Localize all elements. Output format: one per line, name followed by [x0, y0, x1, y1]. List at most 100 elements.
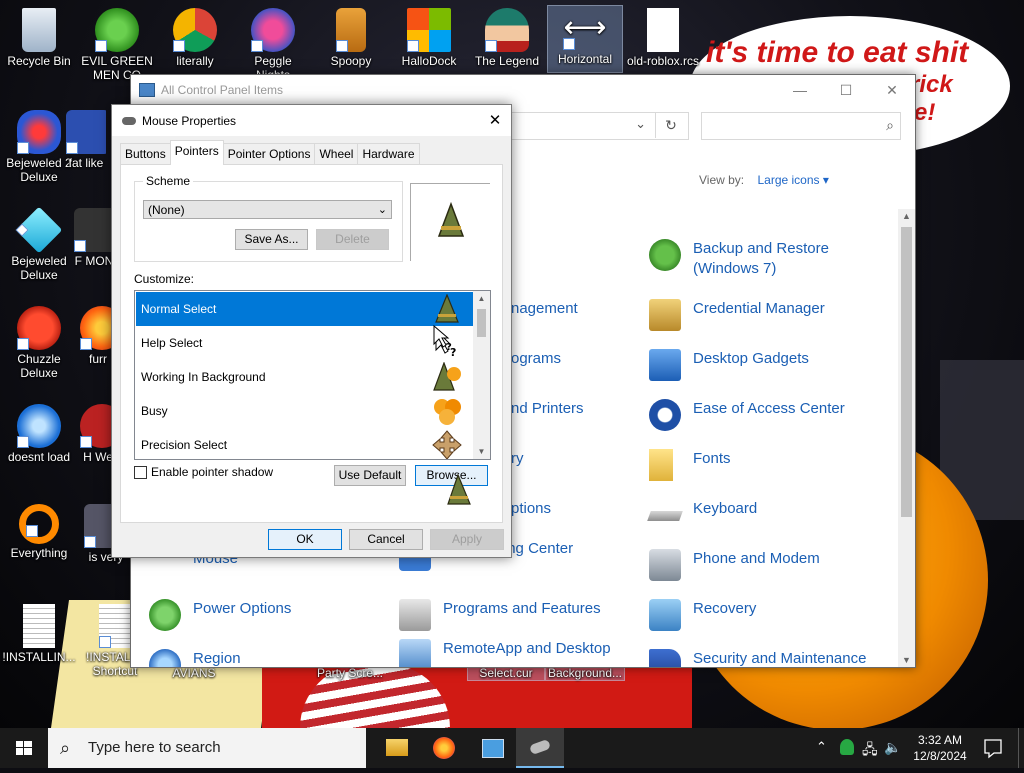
- maximize-button[interactable]: ☐: [823, 75, 869, 105]
- taskbar-control-panel[interactable]: [468, 728, 516, 768]
- desktop-icon-recycle-bin[interactable]: Recycle Bin: [2, 8, 76, 68]
- taskbar-search-input[interactable]: ⌕ Type here to search: [48, 728, 366, 768]
- apply-button[interactable]: Apply: [430, 529, 504, 550]
- desktop-icon-label: Party Scre...: [316, 666, 384, 680]
- tab-buttons[interactable]: Buttons: [120, 143, 171, 164]
- desktop-icon-select-cur[interactable]: Select.cur: [467, 665, 545, 681]
- scroll-up-arrow[interactable]: ▲: [473, 294, 490, 303]
- dialog-close-button[interactable]: ✕: [479, 105, 511, 136]
- cp-item-credential-manager[interactable]: Credential Manager: [649, 299, 825, 331]
- cp-item-phone-modem[interactable]: Phone and Modem: [649, 549, 820, 581]
- cp-item-label: Recovery: [693, 600, 757, 617]
- desktop-icon-fat-like[interactable]: fat like: [66, 110, 106, 170]
- desktop-icon-doesnt-load[interactable]: doesnt load: [2, 404, 76, 464]
- cp-item-backup-restore[interactable]: Backup and Restore (Windows 7): [649, 239, 873, 279]
- cp-item-partial[interactable]: ptions: [511, 499, 551, 519]
- desktop-icon-literally[interactable]: literally: [158, 8, 232, 68]
- scroll-down-arrow[interactable]: ▼: [898, 655, 915, 665]
- cp-item-ease-of-access[interactable]: Ease of Access Center: [649, 399, 845, 431]
- taskbar-file-explorer[interactable]: [372, 728, 420, 768]
- minimize-button[interactable]: —: [777, 75, 823, 105]
- cp-item-partial[interactable]: ograms: [511, 349, 561, 369]
- scroll-down-arrow[interactable]: ▼: [473, 447, 490, 456]
- cp-item-power-options[interactable]: Power Options: [149, 599, 291, 631]
- scheme-select[interactable]: (None) ⌄: [143, 200, 392, 219]
- cursor-row-precision-select[interactable]: Precision Select: [136, 428, 474, 459]
- start-button[interactable]: [0, 728, 48, 768]
- refresh-button[interactable]: ↻: [655, 112, 686, 138]
- desktop-icon-background[interactable]: Background...: [545, 665, 625, 681]
- taskbar-clock[interactable]: 3:32 AM 12/8/2024: [908, 732, 972, 764]
- taskbar-mouse-properties[interactable]: [516, 728, 564, 768]
- mouse-icon: [528, 738, 552, 756]
- cp-item-security-maintenance[interactable]: Security and Maintenance: [649, 649, 867, 667]
- tab-pointer-options[interactable]: Pointer Options: [222, 143, 316, 164]
- tab-hardware[interactable]: Hardware: [357, 143, 420, 164]
- desktop-icon-chuzzle[interactable]: Chuzzle Deluxe: [2, 306, 76, 380]
- desktop-icon-everything[interactable]: Everything: [2, 504, 76, 560]
- desktop-icon-peggle-nights[interactable]: Peggle Nights: [236, 8, 310, 82]
- cp-item-partial[interactable]: nd Printers: [511, 399, 584, 419]
- cp-item-keyboard[interactable]: Keyboard: [647, 499, 757, 521]
- desktop-icon-hallodock[interactable]: HalloDock: [392, 8, 466, 68]
- cp-item-recovery[interactable]: Recovery: [649, 599, 757, 631]
- desktop-icon-spoopy[interactable]: Spoopy: [314, 8, 388, 68]
- close-button[interactable]: ✕: [869, 75, 915, 105]
- tab-pointers[interactable]: Pointers: [169, 140, 224, 165]
- cp-item-remoteapp[interactable]: RemoteApp and Desktop: [399, 639, 611, 667]
- cp-item-region[interactable]: Region: [149, 649, 241, 667]
- desktop-icon-installing[interactable]: !INSTALLIN...: [2, 604, 76, 664]
- cursor-list[interactable]: Normal Select Help Select ? Working In B…: [134, 290, 491, 460]
- scroll-thumb[interactable]: [901, 227, 912, 517]
- cp-item-label: Security and Maintenance: [693, 650, 867, 667]
- messenger-icon: [95, 8, 139, 52]
- checkbox-box[interactable]: [134, 465, 147, 479]
- cursor-row-help-select[interactable]: Help Select ?: [136, 326, 474, 360]
- cp-item-desktop-gadgets[interactable]: Desktop Gadgets: [649, 349, 809, 381]
- enable-pointer-shadow-checkbox[interactable]: Enable pointer shadow: [134, 465, 273, 479]
- firefox-icon: [433, 737, 455, 759]
- desktop-icon-horizontal[interactable]: ⟷ Horizontal: [547, 5, 623, 73]
- windows-logo-icon: [407, 8, 451, 52]
- save-as-button[interactable]: Save As...: [235, 229, 308, 250]
- control-panel-scrollbar[interactable]: ▲ ▼: [898, 209, 915, 667]
- cursor-row-normal-select[interactable]: Normal Select: [136, 292, 474, 326]
- volume-icon[interactable]: 🔈: [884, 739, 901, 756]
- use-default-button[interactable]: Use Default: [334, 465, 406, 486]
- notification-center-button[interactable]: [978, 728, 1008, 768]
- ok-button[interactable]: OK: [268, 529, 342, 550]
- cp-item-partial[interactable]: nagement: [511, 299, 578, 319]
- desktop-icon-evil-green-men[interactable]: EVIL GREEN MEN CO: [80, 8, 154, 82]
- view-by-dropdown[interactable]: Large icons ▾: [757, 173, 828, 187]
- delete-button[interactable]: Delete: [316, 229, 389, 250]
- ease-of-access-icon: [649, 399, 681, 431]
- show-desktop-button[interactable]: [1018, 728, 1024, 768]
- tab-strip: Buttons Pointers Pointer Options Wheel H…: [120, 140, 420, 165]
- taskbar-firefox[interactable]: [420, 728, 468, 768]
- desktop-icon-old-roblox[interactable]: old-roblox.rcs: [626, 8, 700, 68]
- scroll-thumb[interactable]: [477, 309, 486, 337]
- cursor-list-scrollbar[interactable]: ▲ ▼: [473, 291, 490, 459]
- tab-wheel[interactable]: Wheel: [314, 143, 359, 164]
- scheme-group: Scheme (None) ⌄ Save As... Delete: [134, 174, 403, 262]
- view-by-label: View by:: [699, 173, 745, 187]
- scroll-up-arrow[interactable]: ▲: [898, 211, 915, 221]
- cp-item-partial[interactable]: ry: [511, 449, 524, 469]
- desktop-icon-avians[interactable]: AVIANS: [156, 666, 232, 680]
- desktop-icon-the-legend[interactable]: The Legend: [470, 8, 544, 68]
- chevron-up-icon[interactable]: ⌃: [816, 739, 827, 755]
- desktop-icon-bejeweled[interactable]: Bejeweled Deluxe: [2, 206, 76, 282]
- desktop-icon-f-mon[interactable]: F MON: [74, 208, 114, 268]
- control-panel-search-input[interactable]: ⌕: [701, 112, 901, 140]
- desktop-icon-bejeweled-2[interactable]: Bejeweled 2 Deluxe: [2, 110, 76, 184]
- people-icon[interactable]: [840, 739, 854, 755]
- desktop-icon-party-screen[interactable]: Party Scre...: [312, 666, 388, 680]
- cursor-row-working-background[interactable]: Working In Background: [136, 360, 474, 394]
- cursor-row-busy[interactable]: Busy: [136, 394, 474, 428]
- cp-item-programs-features[interactable]: Programs and Features: [399, 599, 601, 631]
- cancel-button[interactable]: Cancel: [349, 529, 423, 550]
- network-icon[interactable]: 🖧: [862, 739, 878, 763]
- move-cursor-icon: [432, 430, 462, 459]
- chevron-down-icon[interactable]: ⌄: [635, 116, 646, 132]
- cp-item-fonts[interactable]: Fonts: [649, 449, 731, 481]
